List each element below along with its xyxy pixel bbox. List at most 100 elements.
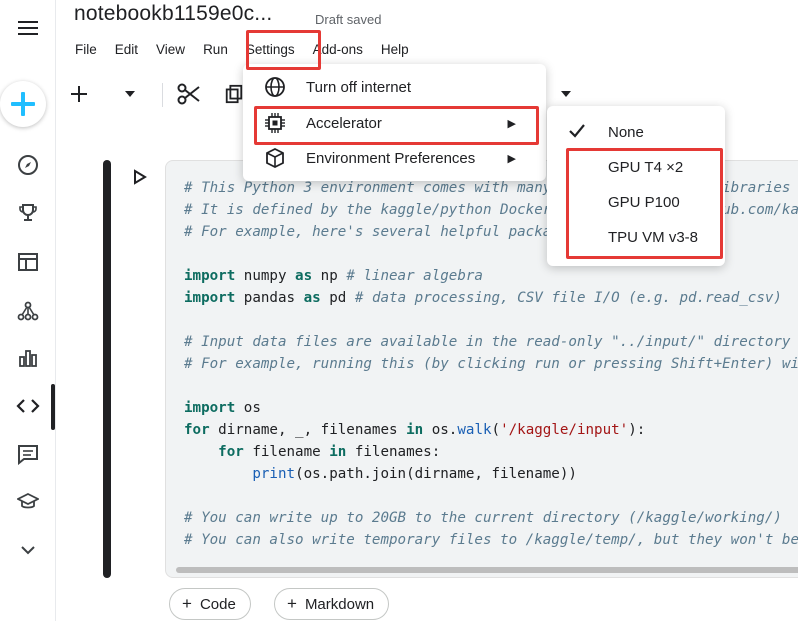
add-code-label: Code [199,595,236,613]
code-token: # You can also write temporary files to … [184,532,798,548]
code-token: import [184,268,236,284]
code-token: for [184,422,210,438]
code-token: for [218,444,244,460]
code-token: import [184,290,236,306]
option-label: GPU T4 ×2 [608,158,684,176]
toolbar-divider [162,83,163,107]
add-cell-icon[interactable] [64,74,94,114]
code-token: # For example, running this (by clicking… [184,356,798,372]
code-line: import pandas as pd # data processing, C… [184,287,798,309]
bar-chart-icon[interactable] [0,338,56,378]
hamburger-menu-icon[interactable] [0,8,56,48]
discussion-icon[interactable] [0,434,56,474]
code-token: pandas [235,290,304,306]
menu-item-label: Turn off internet [306,78,412,96]
code-token: filenames: [346,444,441,460]
code-token: (os.path.join(dirname, filename)) [295,466,577,482]
code-token: os. [423,422,458,438]
submenu-arrow-icon: ▶ [507,152,516,165]
menu-edit[interactable]: Edit [106,36,147,64]
code-token: import [184,400,236,416]
horizontal-scrollbar[interactable] [176,567,798,573]
menu-item-accelerator[interactable]: Accelerator ▶ [243,106,546,140]
accelerator-option-tpu[interactable]: TPU VM v3-8 [547,220,725,254]
code-line: print(os.path.join(dirname, filename)) [184,463,798,485]
models-icon[interactable] [0,291,56,331]
add-markdown-cell-button[interactable]: + Markdown [274,588,390,620]
menu-item-label: Environment Preferences [306,149,476,167]
settings-dropdown: Turn off internet Accelerator ▶ Environm… [243,64,546,181]
accelerator-option-none[interactable]: None [547,115,725,149]
code-token: in [406,422,424,438]
menu-item-label: Accelerator [306,114,382,132]
menu-item-turn-off-internet[interactable]: Turn off internet [243,70,546,104]
code-icon[interactable] [0,386,56,426]
option-label: TPU VM v3-8 [608,228,699,246]
accelerator-option-gpu-p100[interactable]: GPU P100 [547,185,725,219]
add-markdown-label: Markdown [304,595,375,613]
menu-help[interactable]: Help [372,36,418,64]
code-line: for filename in filenames: [184,441,798,463]
code-token: # You can write up to 20GB to the curren… [184,510,782,526]
caret-down-icon[interactable] [118,74,142,114]
code-token: as [295,268,313,284]
code-line: # You can write up to 20GB to the curren… [184,507,798,529]
menu-bar: File Edit View Run Settings Add-ons Help [66,36,418,64]
code-token: os [235,400,261,416]
active-indicator [51,384,55,430]
code-line: # For example, running this (by clicking… [184,353,798,375]
menu-settings[interactable]: Settings [237,36,304,64]
plus-icon [11,92,35,116]
create-button[interactable] [0,78,46,130]
left-nav-rail [0,0,56,621]
accelerator-option-gpu-t4[interactable]: GPU T4 ×2 [547,150,725,184]
table-icon[interactable] [0,242,56,282]
code-token: walk [457,422,492,438]
checkmark-icon [567,121,587,145]
code-token: numpy [235,268,296,284]
option-label: GPU P100 [608,193,680,211]
menu-file[interactable]: File [66,36,106,64]
plus-icon: + [287,594,297,613]
learn-icon[interactable] [0,482,56,522]
menu-item-environment-preferences[interactable]: Environment Preferences ▶ [243,141,546,175]
option-label: None [608,123,644,141]
submenu-arrow-icon: ▶ [507,117,516,130]
menu-add-ons[interactable]: Add-ons [304,36,372,64]
accelerator-submenu: None GPU T4 ×2 GPU P100 TPU VM v3-8 [547,106,725,266]
code-token: np [312,268,347,284]
chevron-down-icon[interactable] [0,530,56,570]
code-token: as [303,290,321,306]
code-token: # data processing, CSV file I/O (e.g. pd… [354,290,782,306]
code-line: # Input data files are available in the … [184,331,798,353]
add-code-cell-button[interactable]: + Code [169,588,251,620]
scissors-icon[interactable] [174,74,204,114]
code-line: import numpy as np # linear algebra [184,265,798,287]
plus-icon: + [182,594,192,613]
cube-icon [263,146,287,170]
cell-selection-bar [103,160,111,578]
code-token: dirname, _, filenames [209,422,407,438]
code-token: ): [628,422,646,438]
menu-view[interactable]: View [147,36,194,64]
code-token: filename [243,444,330,460]
code-token: '/kaggle/input' [500,422,629,438]
code-token: print [252,466,296,482]
code-token: pd [320,290,355,306]
compass-icon[interactable] [0,145,56,185]
copy-icon[interactable] [224,74,244,114]
run-cell-icon[interactable] [132,168,148,186]
globe-icon [263,75,287,99]
code-token: in [329,444,347,460]
code-line: # You can also write temporary files to … [184,529,798,551]
code-line: for dirname, _, filenames in os.walk('/k… [184,419,798,441]
notebook-title[interactable]: notebookb1159e0c... [74,2,272,26]
menu-run[interactable]: Run [194,36,237,64]
trophy-icon[interactable] [0,193,56,233]
chip-icon [263,111,287,135]
